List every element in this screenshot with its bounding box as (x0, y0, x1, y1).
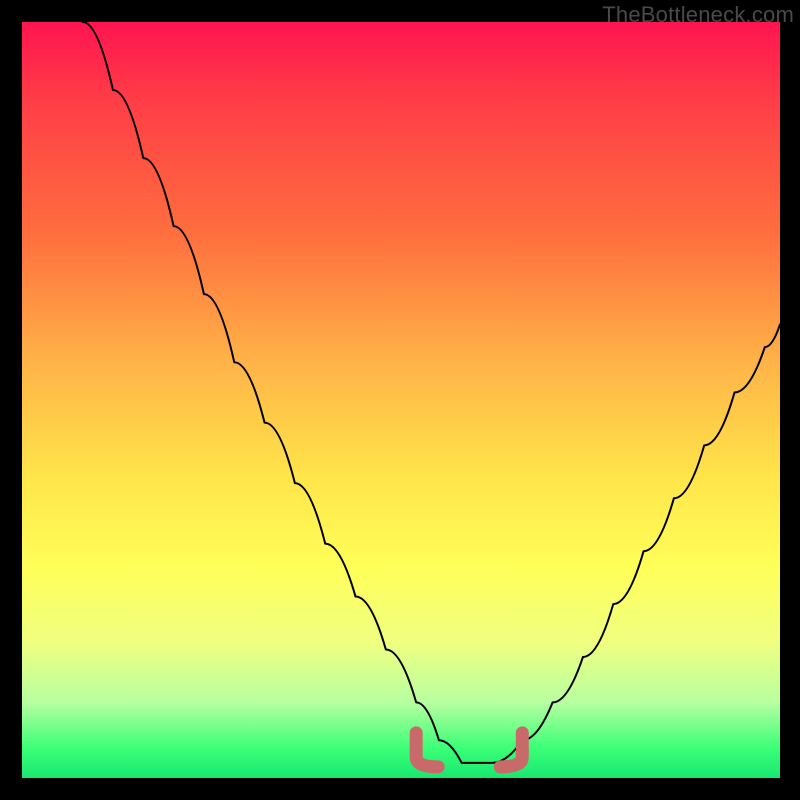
chart-svg (22, 22, 780, 778)
minimum-marker-right (500, 733, 522, 767)
plot-area (22, 22, 780, 778)
minimum-marker-left (416, 733, 438, 767)
bottleneck-curve (83, 22, 780, 763)
chart-frame: TheBottleneck.com (0, 0, 800, 800)
